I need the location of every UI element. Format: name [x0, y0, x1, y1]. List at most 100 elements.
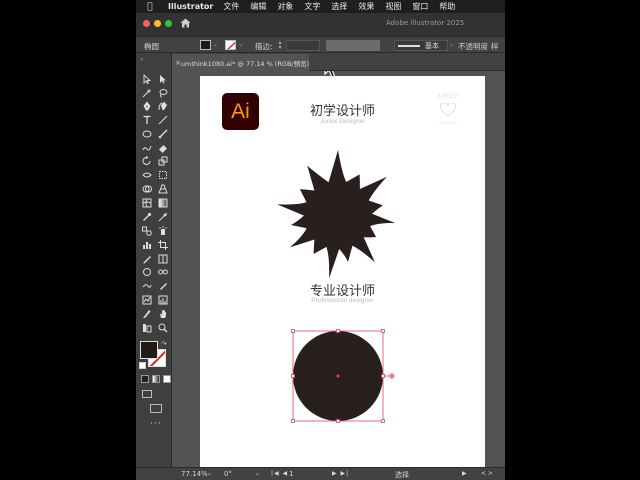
handle-top[interactable]	[336, 329, 340, 333]
menu-app-name[interactable]: Illustrator	[168, 2, 213, 11]
stroke-dropdown-icon[interactable]: ⌄	[238, 41, 243, 48]
menu-select[interactable]: 选择	[331, 1, 347, 12]
brush-tool-icon[interactable]	[157, 128, 169, 140]
graph-tool-icon[interactable]	[141, 294, 153, 306]
scale-tool-icon[interactable]	[157, 155, 169, 167]
stroke-color-swatch[interactable]	[225, 40, 236, 50]
menu-effect[interactable]: 效果	[358, 1, 374, 12]
handle-bottom-right[interactable]	[381, 419, 385, 423]
measure-tool-icon[interactable]	[157, 211, 169, 223]
direct-selection-tool-icon[interactable]	[157, 73, 169, 85]
handle-left[interactable]	[291, 374, 295, 378]
chart-tool-icon[interactable]	[157, 294, 169, 306]
menu-object[interactable]: 对象	[277, 1, 293, 12]
tools-panel: » ↷ ···	[136, 53, 172, 467]
selection-type-label: 椭圆	[144, 42, 159, 51]
eyedropper-tool-icon[interactable]	[141, 211, 153, 223]
toolbar-options-icon[interactable]	[141, 322, 153, 334]
none-mode-button[interactable]	[163, 375, 171, 383]
status-arrow-icon[interactable]: ▶	[462, 470, 467, 477]
zoom-extent-tool-icon[interactable]	[141, 266, 153, 278]
starburst-shape[interactable]	[276, 150, 396, 279]
line-tool-icon[interactable]	[157, 114, 169, 126]
symbol-sprayer-tool-icon[interactable]	[157, 225, 169, 237]
panel-collapse-icon[interactable]: »	[140, 56, 144, 63]
none-slash-icon	[227, 41, 235, 49]
artboard-tool-icon[interactable]	[157, 239, 169, 251]
fill-dropdown-icon[interactable]: ⌄	[213, 41, 218, 48]
rotate-tool-icon[interactable]	[141, 155, 153, 167]
minimize-window-button[interactable]	[154, 20, 161, 27]
stroke-weight-input[interactable]	[286, 40, 320, 51]
handle-bottom-left[interactable]	[291, 419, 295, 423]
blob-brush-tool-icon[interactable]	[157, 280, 169, 292]
window-title: Adobe Illustrator 2025	[386, 19, 465, 27]
menu-edit[interactable]: 编辑	[250, 1, 266, 12]
menu-bar:  Illustrator 文件 编辑 对象 文字 选择 效果 视图 窗口 帮助	[136, 0, 505, 13]
menu-file[interactable]: 文件	[223, 1, 239, 12]
pencil-tool-icon[interactable]	[141, 280, 153, 292]
blend-tool-icon[interactable]	[141, 225, 153, 237]
zoom-field[interactable]: 77.14%	[181, 470, 208, 478]
screen-mode-button[interactable]	[150, 404, 162, 413]
handle-top-left[interactable]	[291, 329, 295, 333]
type-tool-icon[interactable]	[141, 114, 153, 126]
edit-toolbar-icon[interactable]: ···	[150, 419, 162, 429]
artboard[interactable]: Ai 初学设计师 Junior Designer 专业设计师 Professio…	[200, 76, 485, 467]
magic-wand-tool-icon[interactable]	[141, 87, 153, 99]
gradient-mode-button[interactable]	[152, 375, 160, 383]
slice-tool-icon[interactable]	[141, 253, 153, 265]
artboard-nav-next-icon[interactable]: ▶ ▶|	[332, 470, 349, 477]
handle-bottom[interactable]	[336, 419, 340, 423]
zoom-dropdown-icon[interactable]: ⌄	[207, 470, 212, 477]
artboard-nav-prev-icon[interactable]: |◀ ◀	[271, 470, 288, 477]
pen-tool-icon[interactable]	[141, 100, 153, 112]
width-tool-icon[interactable]	[141, 169, 153, 181]
center-point	[336, 374, 340, 378]
stroke-weight-stepper[interactable]: ▴ ▾	[276, 40, 284, 51]
draw-mode-button[interactable]	[142, 390, 152, 398]
curvature-tool-icon[interactable]	[157, 100, 169, 112]
brush-definition-select[interactable]: 基本	[394, 40, 448, 51]
menu-help[interactable]: 帮助	[439, 1, 455, 12]
gradient-tool-icon[interactable]	[157, 197, 169, 209]
color-mode-button[interactable]	[141, 375, 149, 383]
brush-label: 基本	[425, 42, 439, 50]
home-icon[interactable]	[180, 18, 191, 28]
document-tab[interactable]: × umthink1080.ai* @ 77.14 % (RGB/预览)	[172, 54, 309, 71]
shape-builder-tool-icon[interactable]	[141, 183, 153, 195]
shaper-tool-icon[interactable]	[141, 142, 153, 154]
menu-window[interactable]: 窗口	[412, 1, 428, 12]
menu-type[interactable]: 文字	[304, 1, 320, 12]
apple-icon[interactable]: 	[144, 2, 156, 12]
eraser-tool-icon[interactable]	[157, 142, 169, 154]
selection-tool-icon[interactable]	[141, 73, 153, 85]
zoom-window-button[interactable]	[165, 20, 172, 27]
zoom-tool-icon[interactable]	[157, 322, 169, 334]
swap-fill-stroke-icon[interactable]: ↷	[161, 340, 167, 348]
lasso-tool-icon[interactable]	[157, 87, 169, 99]
glasses-tool-icon[interactable]	[157, 266, 169, 278]
fill-swatch[interactable]	[140, 341, 158, 359]
canvas-area[interactable]: Ai 初学设计师 Junior Designer 专业设计师 Professio…	[172, 71, 505, 467]
perspective-grid-tool-icon[interactable]	[157, 183, 169, 195]
free-transform-tool-icon[interactable]	[157, 169, 169, 181]
brush-dropdown-icon[interactable]: ⌄	[449, 41, 454, 48]
default-colors-icon[interactable]	[139, 362, 146, 369]
print-tiling-tool-icon[interactable]	[157, 253, 169, 265]
mesh-tool-icon[interactable]	[141, 197, 153, 209]
knife-tool-icon[interactable]	[141, 308, 153, 320]
hand-tool-icon[interactable]	[157, 308, 169, 320]
artboard-number-field[interactable]: 1	[289, 470, 293, 478]
close-window-button[interactable]	[143, 20, 150, 27]
opacity-label[interactable]: 不透明度	[458, 41, 488, 52]
variable-width-profile[interactable]	[326, 40, 380, 51]
menu-view[interactable]: 视图	[385, 1, 401, 12]
angle-dropdown-icon[interactable]: ⌄	[255, 470, 260, 477]
fill-color-swatch[interactable]	[200, 40, 211, 50]
column-graph-tool-icon[interactable]	[141, 239, 153, 251]
status-scroll-icon[interactable]: < >	[481, 470, 493, 477]
ellipse-tool-icon[interactable]	[141, 128, 153, 140]
handle-top-right[interactable]	[381, 329, 385, 333]
angle-field[interactable]: 0°	[224, 470, 232, 478]
